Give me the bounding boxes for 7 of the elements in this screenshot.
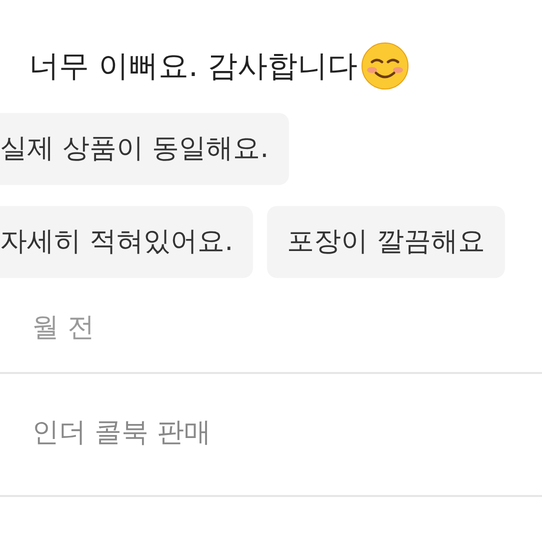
seller-name: 인더 콜북 판매	[31, 416, 212, 450]
tag-chip: 포장이 깔끔해요	[267, 206, 505, 278]
time-ago: 월 전	[31, 311, 96, 345]
tag-chip: 실제 상품이 동일해요.	[0, 113, 289, 185]
review-text: 너무 이뻐요. 감사합니다	[29, 48, 358, 86]
smiling-emoji-icon	[360, 41, 410, 91]
tag-chip: 자세히 적혀있어요.	[0, 206, 254, 278]
